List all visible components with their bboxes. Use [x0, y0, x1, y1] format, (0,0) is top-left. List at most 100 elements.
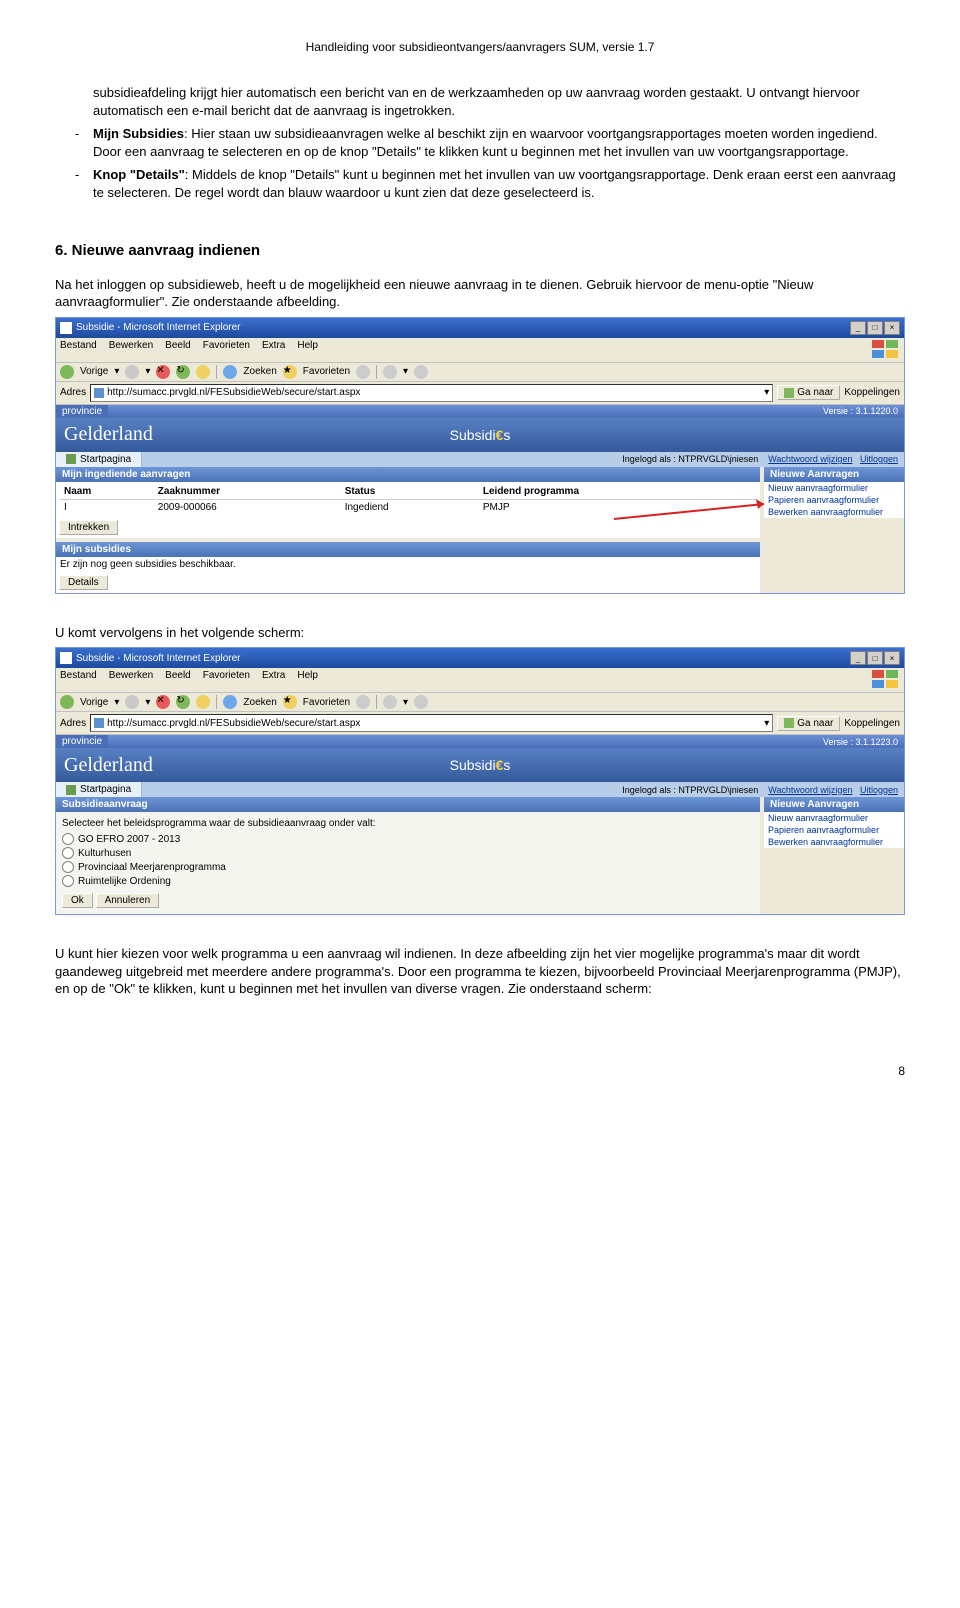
mail-icon[interactable] [383, 365, 397, 379]
logged-as-user: NTPRVGLD\jniesen [678, 785, 758, 795]
menu-favorieten[interactable]: Favorieten [203, 340, 250, 360]
sidebox-item-nieuw[interactable]: Nieuw aanvraagformulier [764, 812, 904, 824]
login-status: Ingelogd als : NTPRVGLD\jniesen Wachtwoo… [142, 454, 904, 464]
forward-icon[interactable] [125, 365, 139, 379]
print-icon[interactable] [414, 365, 428, 379]
forward-icon[interactable] [125, 695, 139, 709]
login-status: Ingelogd als : NTPRVGLD\jniesen Wachtwoo… [142, 785, 904, 795]
back-label[interactable]: Vorige [80, 366, 108, 377]
go-button[interactable]: Ga naar [777, 385, 840, 400]
close-button[interactable]: × [884, 321, 900, 335]
brand-gelderland: Gelderland [56, 754, 153, 777]
dropdown-arrow-icon[interactable]: ▾ [764, 387, 769, 398]
section-6-intro: Na het inloggen op subsidieweb, heeft u … [55, 276, 905, 311]
menu-beeld[interactable]: Beeld [165, 340, 191, 360]
bullet-dash: - [75, 125, 79, 143]
stop-icon[interactable]: ✕ [156, 695, 170, 709]
mail-icon[interactable] [383, 695, 397, 709]
home-tab-icon [66, 454, 76, 464]
minimize-button[interactable]: _ [850, 321, 866, 335]
table-row[interactable]: I 2009-000066 Ingediend PMJP [60, 499, 756, 515]
btn-intrekken[interactable]: Intrekken [59, 520, 118, 535]
paragraph-intro: subsidieafdeling krijgt hier automatisch… [93, 84, 905, 119]
links-label[interactable]: Koppelingen [844, 718, 900, 729]
maximize-button[interactable]: □ [867, 321, 883, 335]
maximize-button[interactable]: □ [867, 651, 883, 665]
menu-extra[interactable]: Extra [262, 340, 285, 360]
menu-bestand[interactable]: Bestand [60, 670, 97, 690]
favorites-icon[interactable]: ★ [283, 365, 297, 379]
stop-icon[interactable]: ✕ [156, 365, 170, 379]
favorites-label[interactable]: Favorieten [303, 697, 350, 708]
history-icon[interactable] [356, 365, 370, 379]
favorites-label[interactable]: Favorieten [303, 366, 350, 377]
link-uitloggen[interactable]: Uitloggen [860, 454, 898, 464]
address-input[interactable]: http://sumacc.prvgld.nl/FESubsidieWeb/se… [90, 384, 773, 402]
app-topbar: provincie Versie : 3.1.1220.0 [56, 405, 904, 418]
home-icon[interactable] [196, 695, 210, 709]
history-icon[interactable] [356, 695, 370, 709]
menu-favorieten[interactable]: Favorieten [203, 670, 250, 690]
logo-post: s [503, 427, 510, 443]
btn-details[interactable]: Details [59, 575, 108, 590]
menu-bestand[interactable]: Bestand [60, 340, 97, 360]
menu-extra[interactable]: Extra [262, 670, 285, 690]
menu-beeld[interactable]: Beeld [165, 670, 191, 690]
minimize-button[interactable]: _ [850, 651, 866, 665]
go-button[interactable]: Ga naar [777, 716, 840, 731]
link-uitloggen[interactable]: Uitloggen [860, 785, 898, 795]
logo-post: s [503, 757, 510, 773]
radio-option-4[interactable]: Ruimtelijke Ordening [62, 875, 754, 887]
home-icon[interactable] [196, 365, 210, 379]
refresh-icon[interactable]: ↻ [176, 365, 190, 379]
tab-startpagina[interactable]: Startpagina [56, 452, 142, 467]
home-tab-icon [66, 785, 76, 795]
back-icon[interactable] [60, 695, 74, 709]
refresh-icon[interactable]: ↻ [176, 695, 190, 709]
link-wachtwoord[interactable]: Wachtwoord wijzigen [768, 454, 852, 464]
radio-option-1[interactable]: GO EFRO 2007 - 2013 [62, 833, 754, 845]
sidebox-item-bewerken[interactable]: Bewerken aanvraagformulier [764, 506, 904, 518]
euro-icon: € [496, 757, 504, 773]
address-input[interactable]: http://sumacc.prvgld.nl/FESubsidieWeb/se… [90, 714, 773, 732]
sidebox-item-papieren[interactable]: Papieren aanvraagformulier [764, 494, 904, 506]
sidebox-item-bewerken[interactable]: Bewerken aanvraagformulier [764, 836, 904, 848]
radio-option-3[interactable]: Provinciaal Meerjarenprogramma [62, 861, 754, 873]
search-label[interactable]: Zoeken [243, 366, 276, 377]
sidebox-item-papieren[interactable]: Papieren aanvraagformulier [764, 824, 904, 836]
back-icon[interactable] [60, 365, 74, 379]
radio-label: Ruimtelijke Ordening [78, 876, 171, 887]
go-label: Ga naar [797, 718, 833, 729]
form-instruction: Selecteer het beleidsprogramma waar de s… [62, 818, 754, 829]
links-label[interactable]: Koppelingen [844, 387, 900, 398]
go-arrow-icon [784, 718, 794, 728]
menu-bewerken[interactable]: Bewerken [109, 670, 153, 690]
menu-help[interactable]: Help [297, 340, 318, 360]
ie-icon [60, 652, 72, 664]
address-label: Adres [60, 387, 86, 398]
favorites-icon[interactable]: ★ [283, 695, 297, 709]
bullet-subsidies: Mijn Subsidies: Hier staan uw subsidieaa… [93, 125, 905, 160]
logo-subsidies: Subsidi€s [450, 427, 511, 443]
tabs-row: Startpagina Ingelogd als : NTPRVGLD\jnie… [56, 452, 904, 467]
close-button[interactable]: × [884, 651, 900, 665]
radio-label: Provinciaal Meerjarenprogramma [78, 862, 226, 873]
search-icon[interactable] [223, 365, 237, 379]
radio-option-2[interactable]: Kulturhusen [62, 847, 754, 859]
menu-help[interactable]: Help [297, 670, 318, 690]
print-icon[interactable] [414, 695, 428, 709]
logo-subsidies: Subsidi€s [450, 757, 511, 773]
sidebox-item-nieuw[interactable]: Nieuw aanvraagformulier [764, 482, 904, 494]
tab-startpagina[interactable]: Startpagina [56, 782, 142, 797]
search-label[interactable]: Zoeken [243, 697, 276, 708]
menu-bewerken[interactable]: Bewerken [109, 340, 153, 360]
search-icon[interactable] [223, 695, 237, 709]
dropdown-arrow-icon[interactable]: ▾ [764, 718, 769, 729]
app-topbar: provincie Versie : 3.1.1223.0 [56, 735, 904, 748]
link-wachtwoord[interactable]: Wachtwoord wijzigen [768, 785, 852, 795]
hdr-subsidieaanvraag: Subsidieaanvraag [56, 797, 760, 812]
btn-annuleren[interactable]: Annuleren [96, 893, 160, 908]
provincie-label: provincie [56, 405, 108, 418]
btn-ok[interactable]: Ok [62, 893, 93, 908]
back-label[interactable]: Vorige [80, 697, 108, 708]
